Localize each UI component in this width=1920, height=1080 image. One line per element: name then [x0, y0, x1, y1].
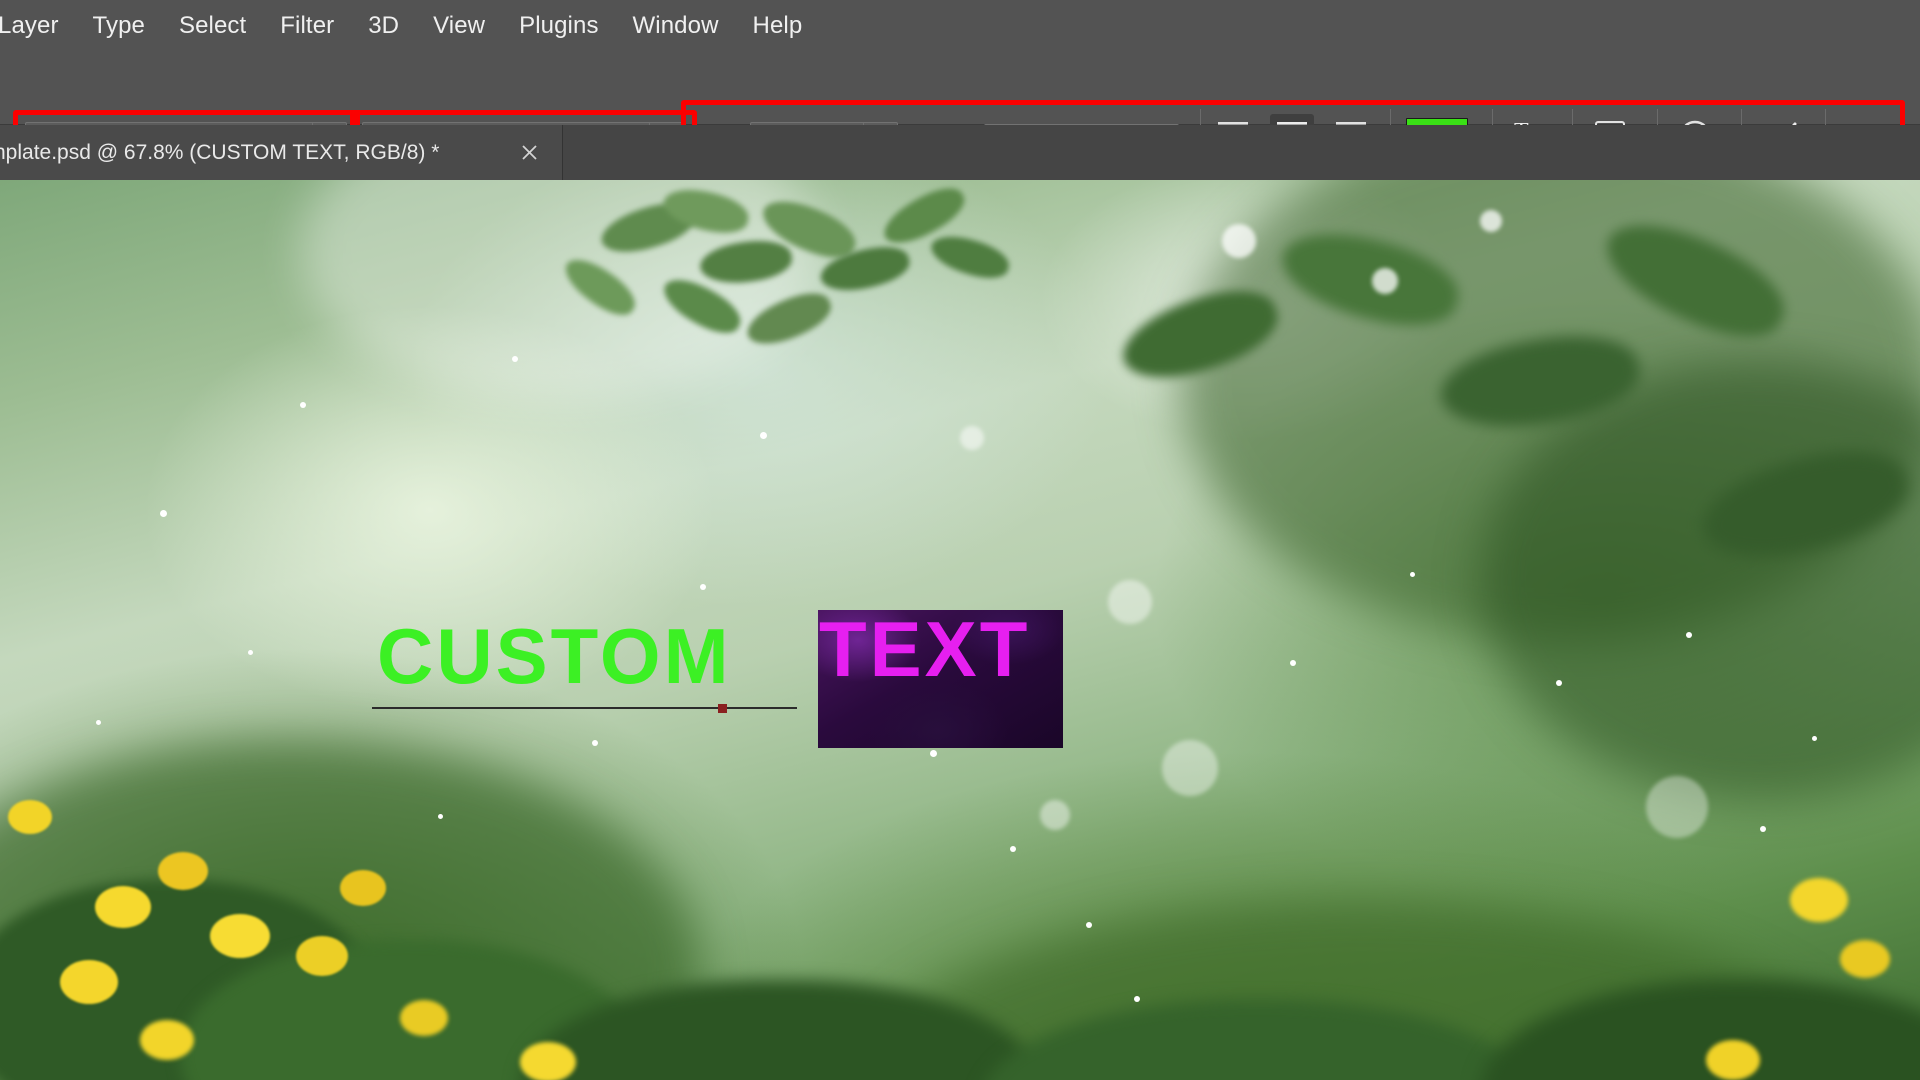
canvas-text-unselected[interactable]: CUSTOM	[377, 617, 732, 695]
menu-item-plugins[interactable]: Plugins	[502, 0, 615, 52]
menu-item-window[interactable]: Window	[616, 0, 736, 52]
menu-item-3d[interactable]: 3D	[351, 0, 416, 52]
document-tab-bar: nplate.psd @ 67.8% (CUSTOM TEXT, RGB/8) …	[0, 125, 1920, 180]
text-baseline-guide	[372, 707, 797, 709]
menu-item-view[interactable]: View	[416, 0, 502, 52]
options-bar: Bahnschrift Bold T T 75 pt a a Sharp	[0, 52, 1920, 173]
menu-item-layer[interactable]: Layer	[0, 0, 76, 52]
document-tab-title: nplate.psd @ 67.8% (CUSTOM TEXT, RGB/8) …	[0, 140, 440, 164]
canvas-text-selected[interactable]: TEXT	[819, 610, 1030, 688]
menu-item-help[interactable]: Help	[736, 0, 820, 52]
menu-bar: Layer Type Select Filter 3D View Plugins…	[0, 0, 1920, 52]
menu-item-filter[interactable]: Filter	[263, 0, 351, 52]
menu-item-type[interactable]: Type	[76, 0, 162, 52]
text-anchor-point[interactable]	[718, 704, 727, 713]
menu-item-select[interactable]: Select	[162, 0, 263, 52]
canvas-text-unselected-value: CUSTOM	[377, 612, 732, 700]
close-icon[interactable]	[518, 142, 540, 164]
document-tab[interactable]: nplate.psd @ 67.8% (CUSTOM TEXT, RGB/8) …	[0, 125, 563, 180]
text-layer[interactable]: CUSTOM TEXT	[0, 180, 1920, 1080]
image-canvas[interactable]: CUSTOM TEXT	[0, 180, 1920, 1080]
